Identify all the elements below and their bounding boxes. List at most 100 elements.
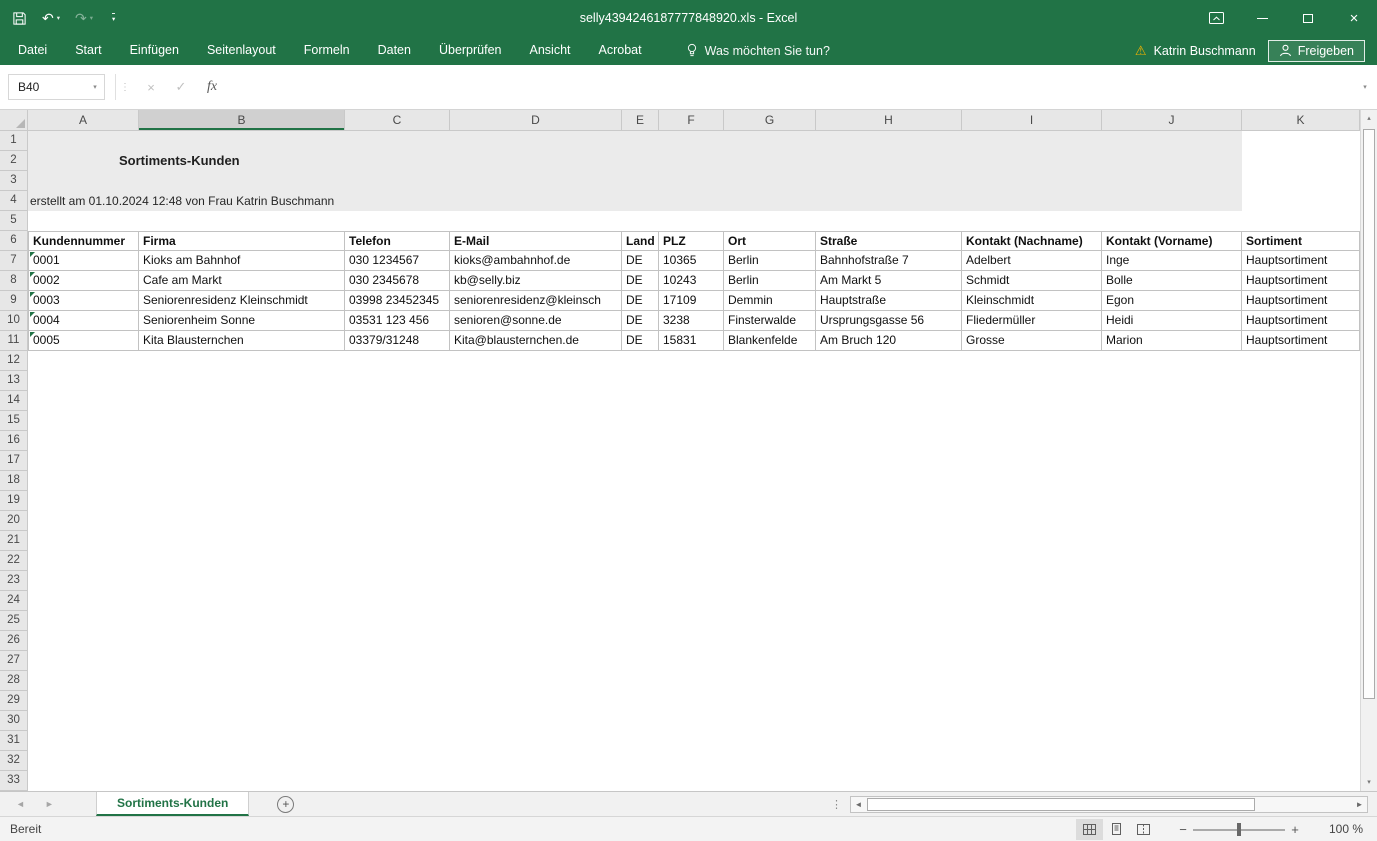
tab-acrobat[interactable]: Acrobat <box>585 36 656 65</box>
cell-G11[interactable]: Blankenfelde <box>724 331 816 351</box>
maximize-button[interactable] <box>1285 0 1331 36</box>
cell-A10[interactable]: 0004 <box>28 311 139 331</box>
scroll-up-button[interactable]: ▴ <box>1361 110 1377 127</box>
cell-H8[interactable]: Am Markt 5 <box>816 271 962 291</box>
cell-G9[interactable]: Demmin <box>724 291 816 311</box>
column-header-G[interactable]: G <box>724 110 816 131</box>
table-header-H6[interactable]: Straße <box>816 231 962 251</box>
previous-sheet-arrow[interactable]: ◄ <box>16 799 25 809</box>
row-header-11[interactable]: 11 <box>0 331 28 351</box>
column-header-K[interactable]: K <box>1242 110 1360 131</box>
cell-D11[interactable]: Kita@blausternchen.de <box>450 331 622 351</box>
name-box[interactable]: B40 ▾ <box>8 74 105 100</box>
row-header-12[interactable]: 12 <box>0 351 28 371</box>
column-header-B[interactable]: B <box>139 110 345 131</box>
row-header-28[interactable]: 28 <box>0 671 28 691</box>
cell-F9[interactable]: 17109 <box>659 291 724 311</box>
cell-B9[interactable]: Seniorenresidenz Kleinschmidt <box>139 291 345 311</box>
cell-G8[interactable]: Berlin <box>724 271 816 291</box>
cell-D10[interactable]: senioren@sonne.de <box>450 311 622 331</box>
undo-caret-icon[interactable]: ▾ <box>57 14 60 22</box>
cell-D9[interactable]: seniorenresidenz@kleinsch <box>450 291 622 311</box>
row-header-22[interactable]: 22 <box>0 551 28 571</box>
cell-H10[interactable]: Ursprungsgasse 56 <box>816 311 962 331</box>
cell-F10[interactable]: 3238 <box>659 311 724 331</box>
row-header-21[interactable]: 21 <box>0 531 28 551</box>
zoom-in-button[interactable]: + <box>1285 822 1305 837</box>
zoom-slider[interactable] <box>1193 822 1285 837</box>
cell-H9[interactable]: Hauptstraße <box>816 291 962 311</box>
column-header-F[interactable]: F <box>659 110 724 131</box>
row-header-25[interactable]: 25 <box>0 611 28 631</box>
row-header-6[interactable]: 6 <box>0 231 28 251</box>
row-header-33[interactable]: 33 <box>0 771 28 791</box>
column-header-D[interactable]: D <box>450 110 622 131</box>
vertical-scroll-thumb[interactable] <box>1363 129 1375 699</box>
row-header-10[interactable]: 10 <box>0 311 28 331</box>
cell-K11[interactable]: Hauptsortiment <box>1242 331 1360 351</box>
cell-F8[interactable]: 10243 <box>659 271 724 291</box>
row-header-4[interactable]: 4 <box>0 191 28 211</box>
cell-E11[interactable]: DE <box>622 331 659 351</box>
tab-start[interactable]: Start <box>61 36 115 65</box>
column-header-A[interactable]: A <box>28 110 139 131</box>
name-box-dropdown-icon[interactable]: ▾ <box>86 83 104 91</box>
zoom-level-button[interactable]: 100 % <box>1317 822 1363 836</box>
tell-me-box[interactable]: Was möchten Sie tun? <box>686 43 830 58</box>
scroll-down-button[interactable]: ▾ <box>1361 774 1377 791</box>
cell-K10[interactable]: Hauptsortiment <box>1242 311 1360 331</box>
sheet-tab-sortiments-kunden[interactable]: Sortiments-Kunden <box>96 792 249 816</box>
cell-C8[interactable]: 030 2345678 <box>345 271 450 291</box>
minimize-button[interactable] <box>1239 0 1285 36</box>
cell-I10[interactable]: Fliedermüller <box>962 311 1102 331</box>
cell-B7[interactable]: Kioks am Bahnhof <box>139 251 345 271</box>
ribbon-display-options-button[interactable] <box>1193 0 1239 36</box>
cell-K8[interactable]: Hauptsortiment <box>1242 271 1360 291</box>
cancel-entry-button[interactable]: × <box>136 80 166 95</box>
sheet-subtitle-cell[interactable]: erstellt am 01.10.2024 12:48 von Frau Ka… <box>30 191 334 211</box>
tab-ueberpruefen[interactable]: Überprüfen <box>425 36 516 65</box>
cell-E9[interactable]: DE <box>622 291 659 311</box>
row-header-14[interactable]: 14 <box>0 391 28 411</box>
zoom-out-button[interactable]: − <box>1173 822 1193 837</box>
tab-ansicht[interactable]: Ansicht <box>516 36 585 65</box>
column-header-E[interactable]: E <box>622 110 659 131</box>
select-all-corner[interactable] <box>0 110 28 131</box>
cell-E7[interactable]: DE <box>622 251 659 271</box>
cell-E8[interactable]: DE <box>622 271 659 291</box>
table-header-J6[interactable]: Kontakt (Vorname) <box>1102 231 1242 251</box>
row-header-18[interactable]: 18 <box>0 471 28 491</box>
add-sheet-button[interactable]: + <box>277 796 294 813</box>
cell-A9[interactable]: 0003 <box>28 291 139 311</box>
formula-input[interactable] <box>228 65 1355 109</box>
zoom-slider-thumb[interactable] <box>1237 823 1241 836</box>
table-header-K6[interactable]: Sortiment <box>1242 231 1360 251</box>
cell-J8[interactable]: Bolle <box>1102 271 1242 291</box>
cell-B11[interactable]: Kita Blausternchen <box>139 331 345 351</box>
customize-quick-access-button[interactable]: ▾ <box>112 13 115 23</box>
cell-B8[interactable]: Cafe am Markt <box>139 271 345 291</box>
confirm-entry-button[interactable]: ✓ <box>166 79 196 95</box>
tab-bar-splitter[interactable]: ⋮ <box>823 798 850 811</box>
row-header-17[interactable]: 17 <box>0 451 28 471</box>
row-header-5[interactable]: 5 <box>0 211 28 231</box>
table-header-A6[interactable]: Kundennummer <box>28 231 139 251</box>
cell-H7[interactable]: Bahnhofstraße 7 <box>816 251 962 271</box>
tab-formeln[interactable]: Formeln <box>290 36 364 65</box>
row-header-26[interactable]: 26 <box>0 631 28 651</box>
column-header-I[interactable]: I <box>962 110 1102 131</box>
cell-D7[interactable]: kioks@ambahnhof.de <box>450 251 622 271</box>
page-break-view-button[interactable] <box>1130 819 1157 840</box>
cell-I8[interactable]: Schmidt <box>962 271 1102 291</box>
cell-G7[interactable]: Berlin <box>724 251 816 271</box>
cell-I9[interactable]: Kleinschmidt <box>962 291 1102 311</box>
cell-E10[interactable]: DE <box>622 311 659 331</box>
row-header-9[interactable]: 9 <box>0 291 28 311</box>
row-header-1[interactable]: 1 <box>0 131 28 151</box>
cell-K9[interactable]: Hauptsortiment <box>1242 291 1360 311</box>
redo-caret-icon[interactable]: ▾ <box>90 14 93 22</box>
column-header-H[interactable]: H <box>816 110 962 131</box>
cell-I7[interactable]: Adelbert <box>962 251 1102 271</box>
table-header-F6[interactable]: PLZ <box>659 231 724 251</box>
worksheet-grid[interactable]: Sortiments-Kunden erstellt am 01.10.2024… <box>0 110 1360 791</box>
